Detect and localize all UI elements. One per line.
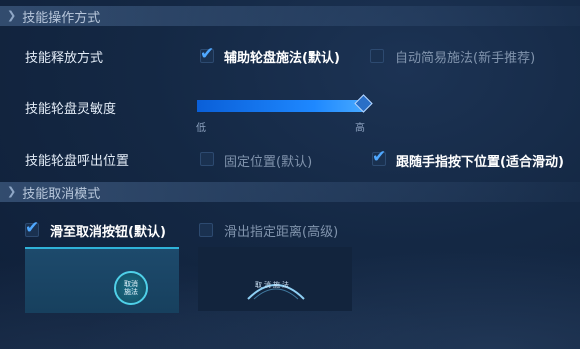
sensitivity-label: 技能轮盘灵敏度 — [25, 102, 117, 117]
cancel-cast-button: 取消施法 — [114, 271, 148, 305]
release-mode-auto-label[interactable]: 自动简易施法(新手推荐) — [395, 47, 535, 66]
wheel-position-fixed-label[interactable]: 固定位置(默认) — [224, 151, 312, 170]
check-icon: ✔ — [25, 218, 40, 238]
release-mode-auto-checkbox[interactable] — [370, 49, 384, 63]
chevron-right-icon: ❯ — [7, 9, 17, 22]
release-mode-assist-checkbox[interactable]: ✔ — [200, 44, 214, 64]
check-icon: ✔ — [200, 44, 215, 64]
wheel-position-fixed-checkbox[interactable] — [200, 152, 214, 166]
section-header-operation: ❯ 技能操作方式 — [0, 6, 580, 26]
chevron-right-icon: ❯ — [7, 185, 17, 198]
cancel-mode-button-preview[interactable]: 取消施法 — [25, 247, 179, 313]
cancel-arc-text: 取消施法 — [255, 281, 291, 289]
slider-high-label: 高 — [355, 123, 365, 134]
wheel-position-follow-label[interactable]: 跟随手指按下位置(适合滑动) — [396, 151, 564, 170]
section-title: 技能操作方式 — [22, 10, 101, 26]
wheel-position-follow-checkbox[interactable]: ✔ — [372, 147, 386, 167]
sensitivity-slider-track[interactable] — [197, 100, 364, 112]
cancel-mode-distance-label[interactable]: 滑出指定距离(高级) — [224, 221, 338, 240]
section-title: 技能取消模式 — [22, 186, 101, 202]
section-header-cancel: ❯ 技能取消模式 — [0, 182, 580, 202]
cancel-mode-button-checkbox[interactable]: ✔ — [25, 218, 39, 238]
cancel-mode-distance-preview[interactable]: 取消施法 — [198, 247, 352, 311]
cancel-cast-button-text: 取消施法 — [124, 280, 138, 296]
cancel-mode-button-label[interactable]: 滑至取消按钮(默认) — [50, 221, 166, 240]
wheel-position-label: 技能轮盘呼出位置 — [25, 154, 130, 169]
slider-low-label: 低 — [196, 123, 206, 134]
release-mode-assist-label[interactable]: 辅助轮盘施法(默认) — [224, 47, 340, 66]
cancel-mode-distance-checkbox[interactable] — [199, 223, 213, 237]
check-icon: ✔ — [372, 147, 387, 167]
release-mode-label: 技能释放方式 — [25, 51, 104, 66]
